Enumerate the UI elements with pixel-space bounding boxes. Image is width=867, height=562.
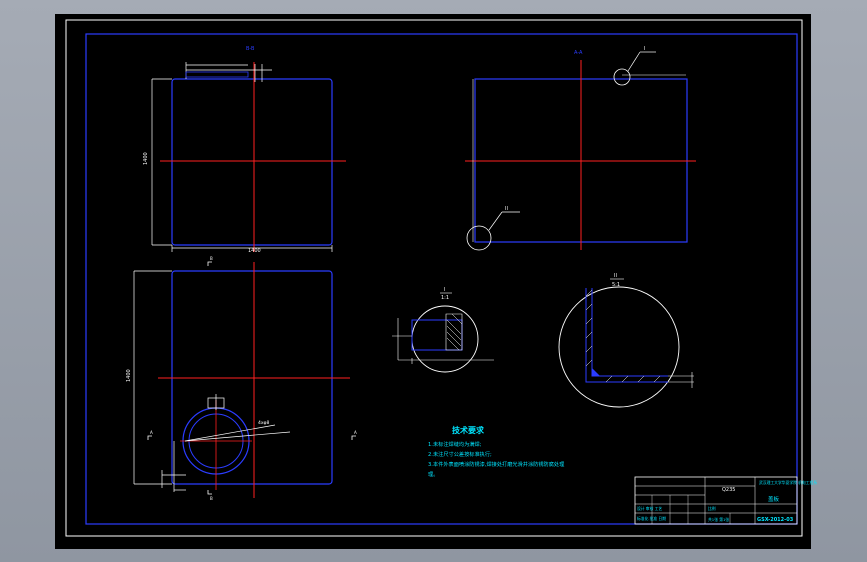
technical-requirements: 技术要求 1.未标注焊缝均为满焊; 2.未注尺寸公差按标准执行; 3.本件外表面… — [428, 425, 565, 478]
title-part-name: 盖板 — [768, 495, 780, 503]
section-mark-bottom: B — [210, 496, 213, 501]
title-block: 武汉理工大学华夏学院 机电工程系 Q235 盖板 GSX-2012-03 设计 … — [634, 476, 817, 525]
callout-circle-i — [613, 68, 631, 86]
title-drawing-no: GSX-2012-03 — [757, 517, 794, 523]
tech-req-line-3: 3.本件外表面喷涂防锈漆,焊接处打磨光滑并涂防锈防腐处理 — [428, 460, 565, 468]
detail-i-scale: 1:1 — [441, 295, 449, 301]
dim-height-top-left: 1400 — [143, 152, 149, 165]
detail-ii: II 5:1 — [558, 273, 694, 408]
top-left-view: B-B 1400 1400 — [143, 46, 346, 254]
cad-drawing: B-B 1400 1400 I II A-A 1400 4xφ8 A A B B… — [65, 19, 817, 537]
tech-req-line-2: 2.未注尺寸公差按标准执行; — [428, 450, 492, 458]
detail-i-label: I — [444, 287, 445, 293]
dim-height-bottom-left: 1400 — [126, 369, 132, 382]
title-sheet-label: 共1张 第1张 — [708, 517, 729, 522]
callout-label-ii: II — [505, 206, 508, 212]
detail-i: I 1:1 — [392, 287, 494, 373]
title-scale-label: 比例 — [708, 506, 716, 511]
tech-req-title: 技术要求 — [452, 425, 485, 435]
callout-label-i: I — [644, 46, 645, 52]
tech-req-line-1: 1.未标注焊缝均为满焊; — [428, 440, 482, 448]
title-approve-row: 标准化 批准 日期 — [637, 516, 666, 521]
bottom-left-view: 1400 4xφ8 A A B B — [126, 256, 357, 501]
view-tag-top-left: B-B — [246, 46, 255, 52]
section-mark-top: B — [210, 256, 213, 261]
outer-border — [65, 19, 803, 537]
section-mark-left: A — [150, 430, 153, 435]
title-designer-row: 设计 审核 工艺 — [637, 506, 662, 511]
section-mark-right: A — [354, 430, 357, 435]
inner-border — [85, 33, 798, 525]
top-right-view: I II A-A — [465, 46, 696, 251]
title-school: 武汉理工大学华夏学院 机电工程系 — [759, 480, 817, 485]
tech-req-line-4: 理。 — [428, 471, 438, 478]
title-material: Q235 — [722, 487, 735, 493]
detail-ii-label: II — [614, 273, 617, 279]
view-tag-top-right: A-A — [574, 50, 583, 56]
hole-callout: 4xφ8 — [258, 420, 269, 426]
dim-width-top-left: 1400 — [248, 248, 261, 254]
callout-circle-ii — [466, 225, 492, 251]
